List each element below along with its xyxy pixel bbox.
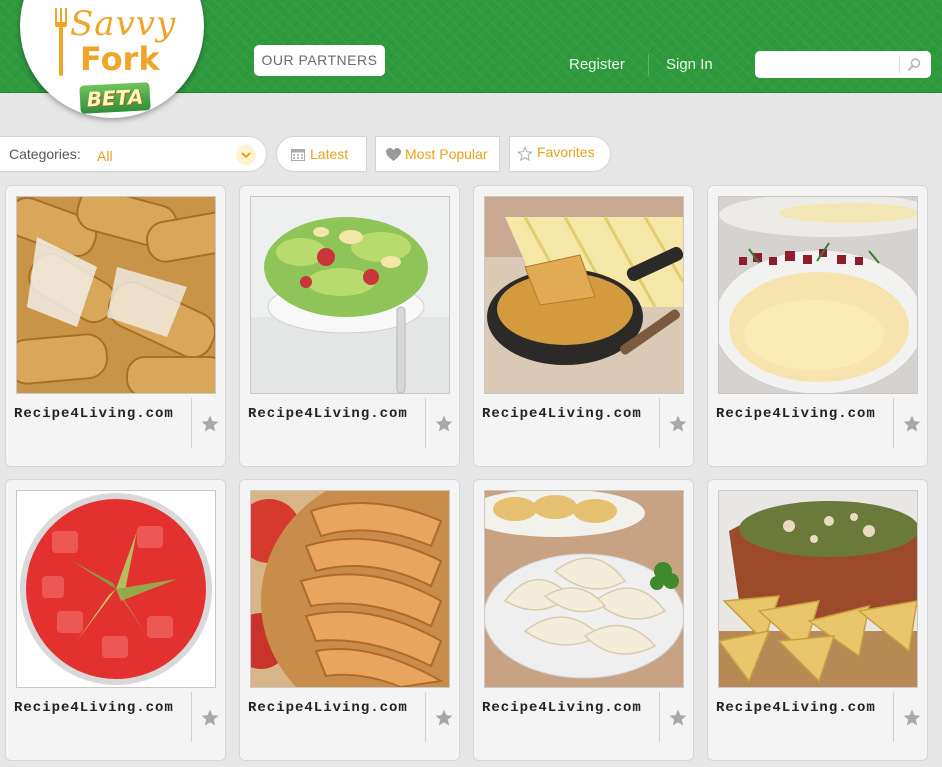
recipe-image-red-drink[interactable] xyxy=(16,490,216,688)
recipe-source[interactable]: Recipe4Living.com xyxy=(248,700,408,716)
card-divider xyxy=(659,398,660,448)
recipe-source[interactable]: Recipe4Living.com xyxy=(14,406,174,422)
recipe-card[interactable]: Recipe4Living.com xyxy=(473,479,694,761)
search-icon[interactable] xyxy=(906,57,922,73)
star-icon[interactable] xyxy=(668,708,688,728)
recipe-source[interactable]: Recipe4Living.com xyxy=(482,700,642,716)
logo-text-line1: Savvy xyxy=(70,4,177,44)
beta-badge: BETA xyxy=(79,82,151,114)
star-icon[interactable] xyxy=(668,414,688,434)
calendar-icon xyxy=(291,149,305,161)
categories-label: Categories: xyxy=(9,146,81,162)
recipe-card[interactable]: Recipe4Living.com xyxy=(5,185,226,467)
card-divider xyxy=(893,692,894,742)
recipe-source[interactable]: Recipe4Living.com xyxy=(482,406,642,422)
recipe-image-apple-tart[interactable] xyxy=(250,490,450,688)
star-outline-icon xyxy=(517,146,533,162)
our-partners-button[interactable]: OUR PARTNERS xyxy=(254,45,385,76)
search-divider xyxy=(899,56,900,73)
recipe-source[interactable]: Recipe4Living.com xyxy=(716,700,876,716)
card-divider xyxy=(659,692,660,742)
most-popular-button[interactable]: Most Popular xyxy=(375,136,500,172)
star-icon[interactable] xyxy=(434,708,454,728)
star-icon[interactable] xyxy=(902,708,922,728)
recipe-card[interactable]: Recipe4Living.com xyxy=(239,185,460,467)
recipe-image-soup-plate[interactable] xyxy=(718,196,918,394)
recipe-card[interactable]: Recipe4Living.com xyxy=(239,479,460,761)
card-divider xyxy=(191,398,192,448)
sign-in-link[interactable]: Sign In xyxy=(666,56,713,73)
search-input[interactable] xyxy=(761,55,897,74)
recipe-image-spinach-dip[interactable] xyxy=(718,490,918,688)
heart-icon xyxy=(386,148,401,161)
most-popular-label: Most Popular xyxy=(405,146,488,162)
search-box xyxy=(755,51,931,78)
recipe-image-pierogi-plate[interactable] xyxy=(484,490,684,688)
favorites-button[interactable]: Favorites xyxy=(509,136,611,172)
recipe-image-salad-bowl[interactable] xyxy=(250,196,450,394)
card-divider xyxy=(425,692,426,742)
categories-value: All xyxy=(97,148,113,164)
star-icon[interactable] xyxy=(434,414,454,434)
recipe-image-cornbread-skillet[interactable] xyxy=(484,196,684,394)
chevron-down-icon[interactable] xyxy=(236,145,256,165)
card-divider xyxy=(191,692,192,742)
categories-select[interactable]: Categories: All xyxy=(0,136,267,172)
logo-text-line2: Fork xyxy=(80,40,160,78)
recipe-card[interactable]: Recipe4Living.com xyxy=(5,479,226,761)
recipe-source[interactable]: Recipe4Living.com xyxy=(14,700,174,716)
nav-divider xyxy=(648,54,649,76)
recipe-source[interactable]: Recipe4Living.com xyxy=(716,406,876,422)
recipe-card[interactable]: Recipe4Living.com xyxy=(707,479,928,761)
favorites-label: Favorites xyxy=(537,144,595,160)
latest-button[interactable]: Latest xyxy=(276,136,367,172)
card-divider xyxy=(893,398,894,448)
fork-icon xyxy=(55,8,67,76)
register-link[interactable]: Register xyxy=(569,56,625,73)
star-icon[interactable] xyxy=(200,708,220,728)
star-icon[interactable] xyxy=(200,414,220,434)
recipe-source[interactable]: Recipe4Living.com xyxy=(248,406,408,422)
recipe-card[interactable]: Recipe4Living.com xyxy=(473,185,694,467)
star-icon[interactable] xyxy=(902,414,922,434)
card-divider xyxy=(425,398,426,448)
recipe-image-sausage-rolls[interactable] xyxy=(16,196,216,394)
recipe-card[interactable]: Recipe4Living.com xyxy=(707,185,928,467)
latest-label: Latest xyxy=(310,146,349,162)
